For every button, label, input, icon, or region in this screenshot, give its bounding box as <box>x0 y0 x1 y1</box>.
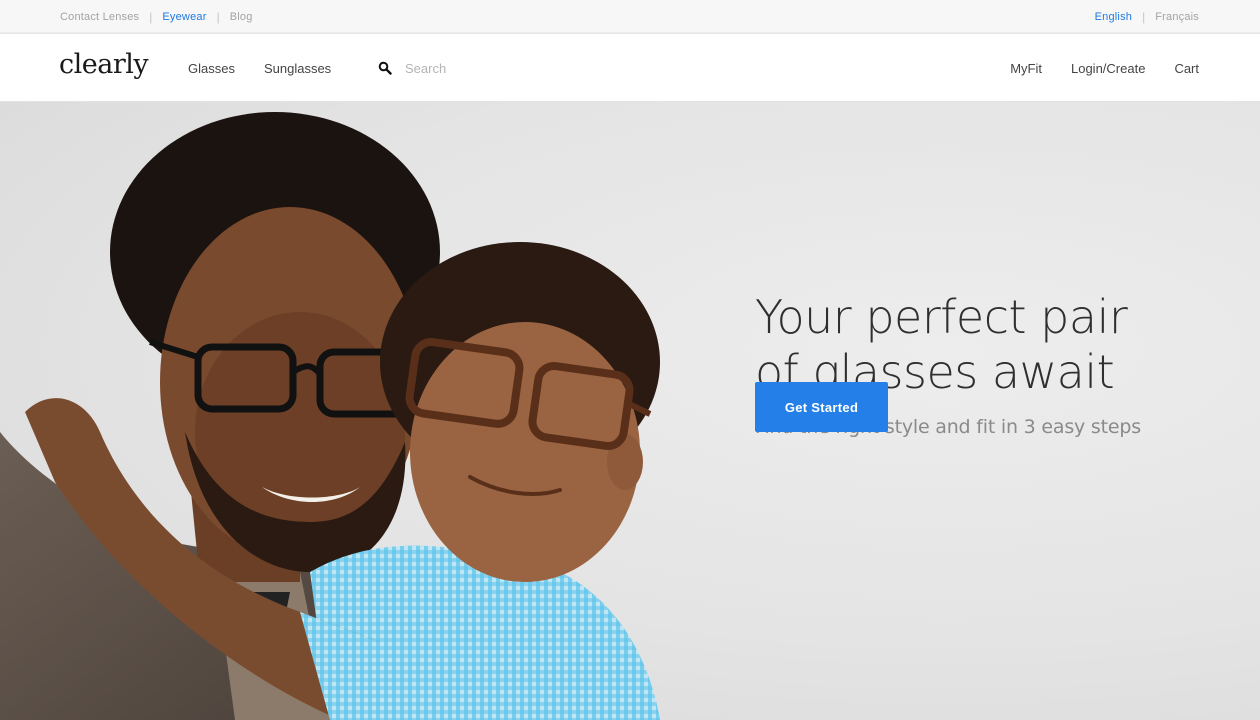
nav-glasses[interactable]: Glasses <box>188 61 235 76</box>
hero-banner: Your perfect pair of glasses await Find … <box>0 102 1260 720</box>
language-french[interactable]: Français <box>1155 11 1199 23</box>
site-logo[interactable]: clearly <box>59 49 149 80</box>
cart-link[interactable]: Cart <box>1174 61 1199 76</box>
get-started-button[interactable]: Get Started <box>755 382 888 432</box>
primary-nav: Glasses Sunglasses <box>188 34 360 102</box>
search-bar <box>378 34 605 102</box>
separator: | <box>1142 9 1146 24</box>
utility-bar: Contact Lenses | Eyewear | Blog English … <box>0 0 1260 33</box>
search-icon[interactable] <box>378 61 392 75</box>
contact-lenses-link[interactable]: Contact Lenses <box>60 11 139 23</box>
hero-headline-line-1: Your perfect pair <box>755 290 1128 344</box>
eyewear-link[interactable]: Eyewear <box>162 11 206 23</box>
hero-photo <box>0 112 660 720</box>
site-switcher: Contact Lenses | Eyewear | Blog <box>60 0 253 33</box>
nav-sunglasses[interactable]: Sunglasses <box>264 61 331 76</box>
main-header: clearly Glasses Sunglasses MyFit Login/C… <box>0 34 1260 102</box>
language-english[interactable]: English <box>1095 11 1132 23</box>
search-input[interactable] <box>405 60 605 76</box>
separator: | <box>149 9 153 24</box>
myfit-link[interactable]: MyFit <box>1010 61 1042 76</box>
language-switcher: English | Français <box>1095 0 1199 33</box>
separator: | <box>216 9 220 24</box>
blog-link[interactable]: Blog <box>230 11 253 23</box>
account-nav: MyFit Login/Create Cart <box>981 34 1199 102</box>
login-create-link[interactable]: Login/Create <box>1071 61 1145 76</box>
